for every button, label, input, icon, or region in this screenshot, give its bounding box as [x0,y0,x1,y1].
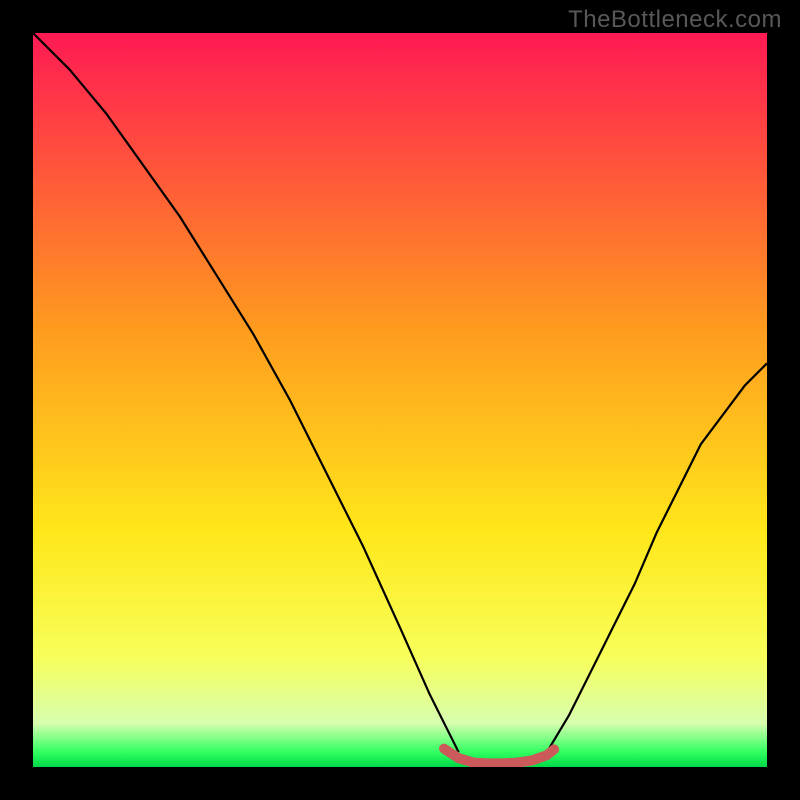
plot-area [33,33,767,767]
chart-frame: TheBottleneck.com [0,0,800,800]
watermark-text: TheBottleneck.com [568,6,782,34]
gradient-background [33,33,767,767]
chart-svg [33,33,767,767]
